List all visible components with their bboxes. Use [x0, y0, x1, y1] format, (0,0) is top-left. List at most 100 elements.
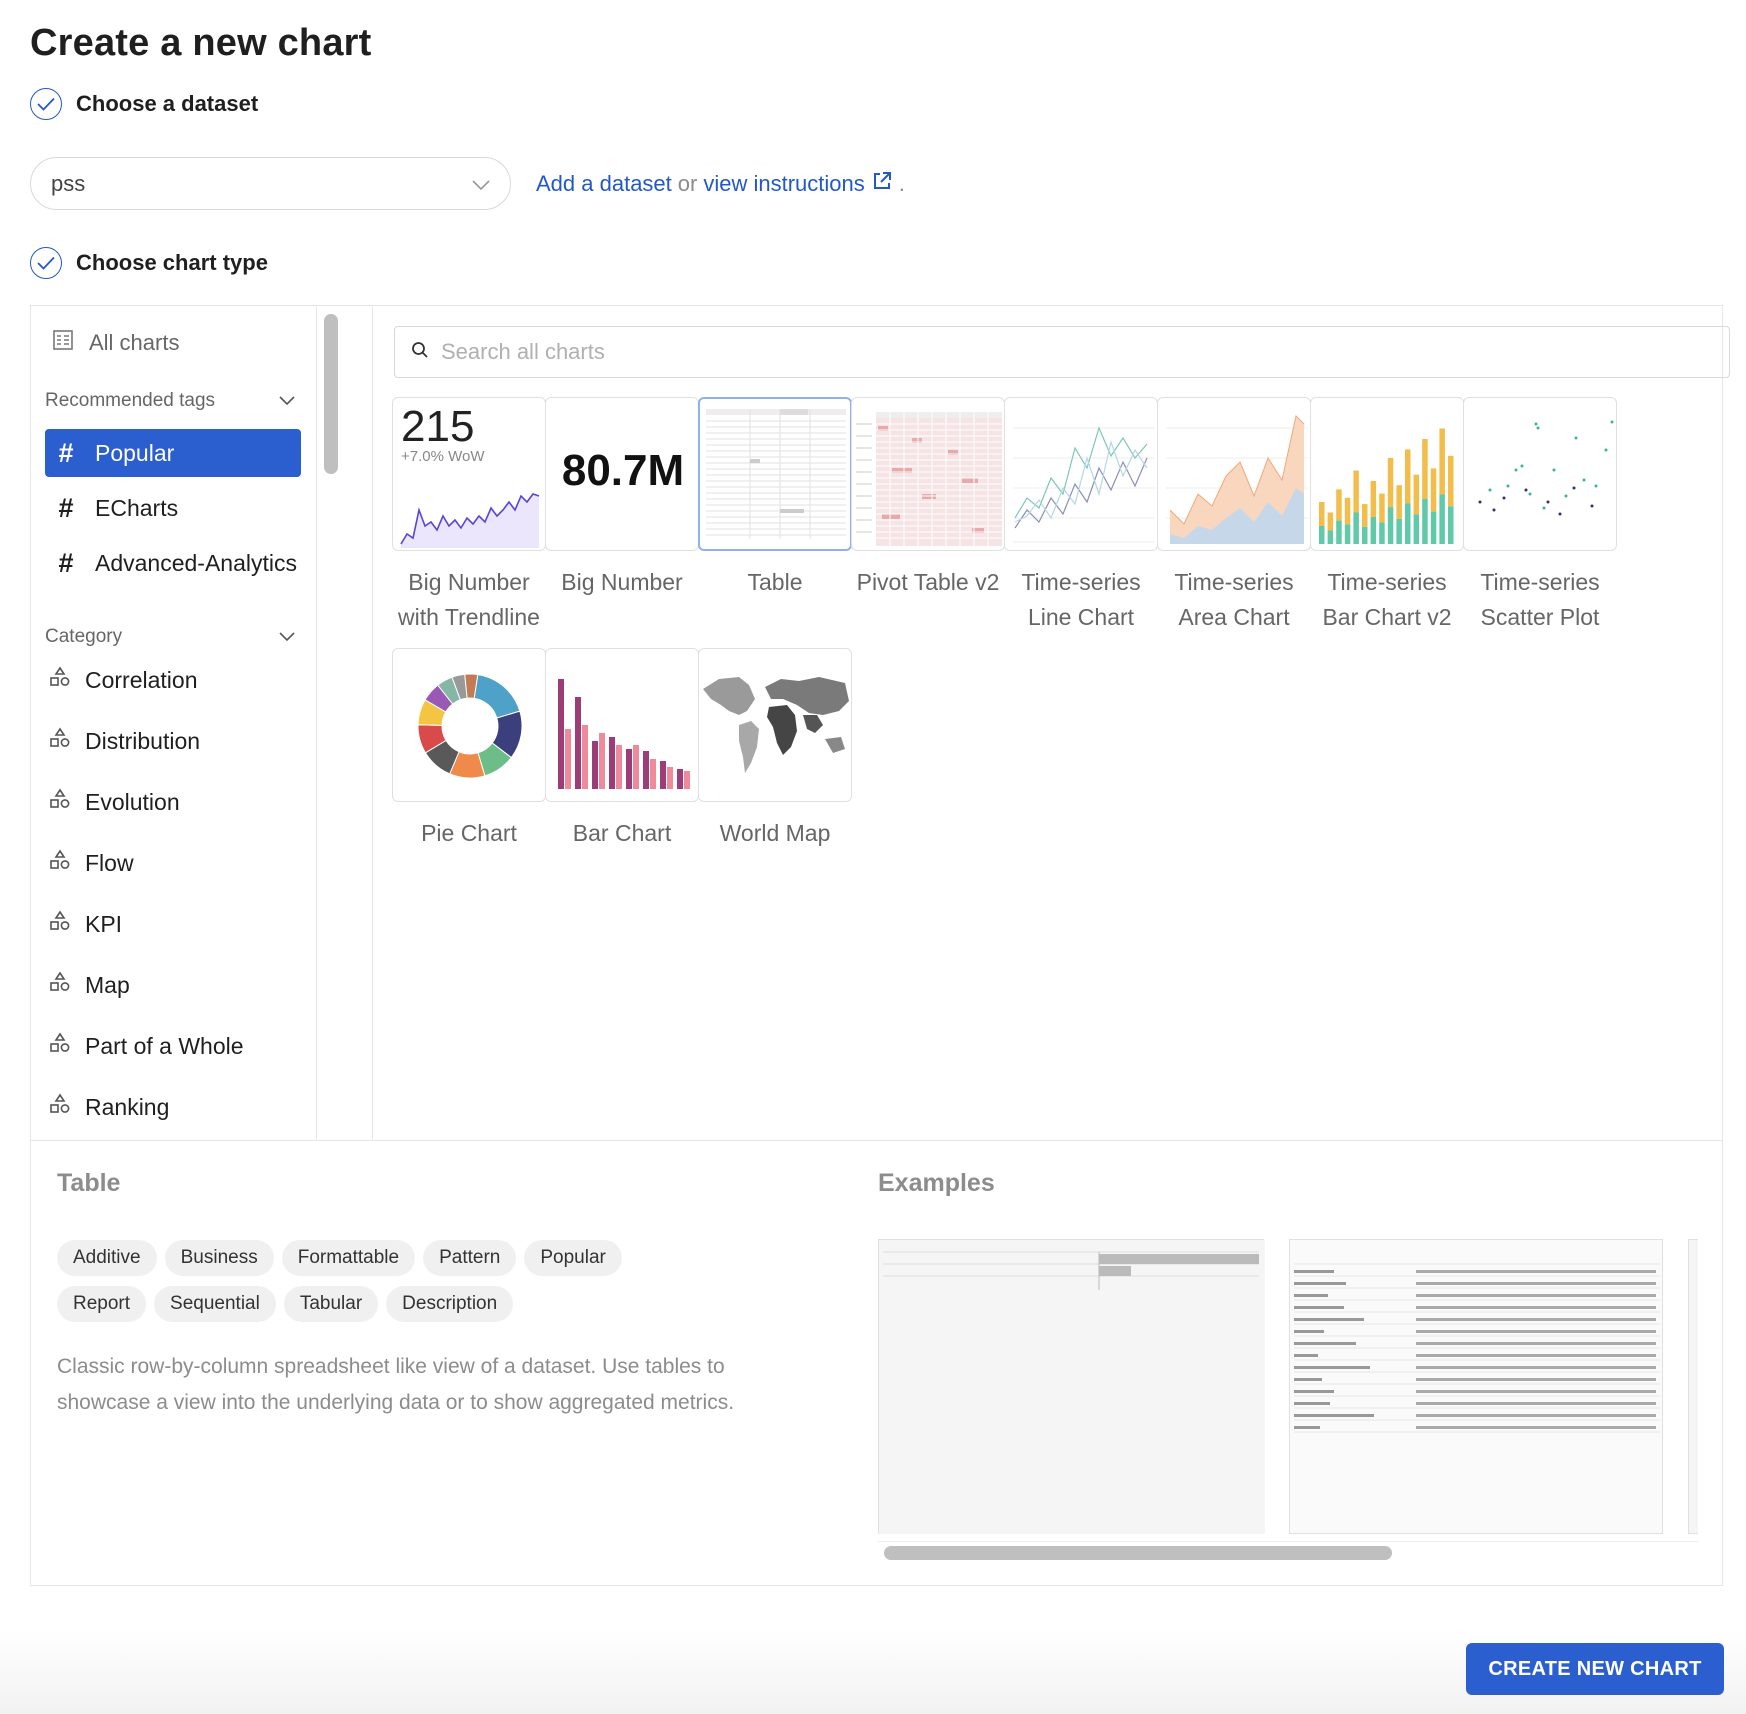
thumb-bar [1430, 511, 1437, 544]
chart-card-time-series-line[interactable]: Time-series Line Chart [1004, 397, 1158, 635]
external-link-icon[interactable] [871, 170, 893, 198]
sidebar-tag-popular[interactable]: # Popular [45, 429, 301, 477]
step-label: Choose chart type [76, 250, 268, 275]
thumb-bar [599, 733, 605, 789]
examples-scrollbar[interactable] [878, 1541, 1698, 1563]
chart-sidebar: All charts Recommended tags # Popular # … [31, 306, 316, 1139]
sidebar-category-map[interactable]: Map [49, 971, 130, 999]
chart-card-label: Pie Chart [421, 820, 517, 846]
chart-gallery: Search all charts 215 +7.0% WoW Big Numb… [374, 306, 1730, 1139]
thumb-bar [626, 749, 632, 789]
view-instructions-link[interactable]: view instructions [703, 171, 864, 197]
chart-details-panel: Table Additive Business Formattable Pattern… [31, 1140, 1722, 1586]
hash-icon: # [58, 437, 74, 468]
sidebar-item-label: Advanced-Analytics [95, 549, 297, 576]
tag-pill: Additive [57, 1240, 157, 1276]
chart-card-pivot-table-v2[interactable]: Pivot Table v2 [851, 397, 1005, 600]
tag-pill: Business [164, 1240, 274, 1276]
chart-card-time-series-area[interactable]: Time-series Area Chart [1157, 397, 1311, 635]
pivot-table-graphic [856, 412, 1002, 546]
chart-card-time-series-bar-v2[interactable]: Time-series Bar Chart v2 [1310, 397, 1464, 635]
line-chart-graphic [1013, 426, 1155, 543]
grid-list-icon [53, 330, 73, 356]
chart-card-pie[interactable]: Pie Chart [392, 648, 546, 851]
sidebar-item-all-charts[interactable]: All charts [53, 330, 179, 356]
chart-card-bar[interactable]: Bar Chart [545, 648, 699, 851]
world-map-graphic [703, 677, 849, 773]
sidebar-category-ranking[interactable]: Ranking [49, 1093, 169, 1121]
thumb-bar [575, 697, 581, 789]
chart-thumbnail [1310, 397, 1464, 551]
thumb-bar [1387, 457, 1394, 508]
thumb-bar [1405, 449, 1411, 504]
chart-card-table[interactable]: Table [698, 397, 852, 600]
chevron-down-icon [472, 171, 490, 197]
thumb-bar [1362, 526, 1368, 544]
chart-card-time-series-scatter[interactable]: Time-series Scatter Plot [1463, 397, 1617, 635]
search-charts-input[interactable]: Search all charts [394, 326, 1730, 378]
thumb-bar [660, 761, 666, 789]
sidebar-item-label: Evolution [85, 788, 180, 815]
trendline-graphic [400, 493, 540, 548]
thumb-bar [1370, 517, 1377, 544]
sidebar-tag-advanced-analytics[interactable]: # Advanced-Analytics [45, 539, 301, 587]
chart-card-world-map[interactable]: World Map [698, 648, 852, 851]
pie-chart-graphic [417, 673, 523, 779]
thumb-bar [643, 751, 649, 789]
thumb-bar [1327, 512, 1334, 531]
thumb-bar [1413, 514, 1420, 544]
tag-pill: Pattern [423, 1240, 517, 1276]
examples-scrollbar-thumb[interactable] [884, 1546, 1392, 1560]
chart-thumbnail [698, 648, 852, 802]
scatter-graphic [1478, 420, 1614, 516]
dataset-select[interactable]: pss [30, 157, 511, 210]
sidebar-item-label: Map [85, 971, 130, 998]
chart-card-label: Time-series Line Chart [1021, 569, 1141, 630]
sidebar-tag-echarts[interactable]: # ECharts [45, 484, 301, 532]
chart-thumbnail [698, 397, 852, 551]
thumb-bar [667, 767, 673, 789]
create-new-chart-button[interactable]: CREATE NEW CHART [1466, 1643, 1724, 1695]
chart-card-label: Big Number [561, 569, 683, 595]
chart-card-label: Bar Chart [572, 820, 672, 846]
thumb-bar [1405, 503, 1411, 544]
bar-chart-v2-graphic [1319, 428, 1454, 544]
shapes-icon [49, 666, 71, 694]
sidebar-category-evolution[interactable]: Evolution [49, 788, 180, 816]
thumb-bar [1422, 499, 1428, 544]
hash-icon: # [58, 492, 74, 523]
sidebar-category-kpi[interactable]: KPI [49, 910, 122, 938]
chart-thumbnail: 215 +7.0% WoW [392, 397, 546, 551]
sidebar-category-distribution[interactable]: Distribution [49, 727, 200, 755]
thumb-bar [1387, 507, 1394, 544]
examples-gallery [878, 1239, 1698, 1534]
tag-pill: Popular [524, 1240, 622, 1276]
thumb-bar [609, 737, 615, 789]
sidebar-category-correlation[interactable]: Correlation [49, 666, 198, 694]
thumb-bar [1327, 530, 1334, 544]
chart-card-big-number-trendline[interactable]: 215 +7.0% WoW Big Number with Trendline [392, 397, 546, 635]
sidebar-category-flow[interactable]: Flow [49, 849, 134, 877]
thumb-pie-slice [473, 674, 521, 719]
recommended-tags-header[interactable]: Recommended tags [45, 390, 295, 412]
chart-thumbnail [392, 648, 546, 802]
sidebar-scrollbar-thumb[interactable] [324, 314, 338, 474]
chart-card-label: Time-series Scatter Plot [1480, 569, 1600, 630]
thumb-bar [558, 679, 564, 789]
sidebar-category-part-of-a-whole[interactable]: Part of a Whole [49, 1032, 244, 1060]
tag-pill: Report [57, 1286, 147, 1322]
chart-card-big-number[interactable]: 80.7M Big Number [545, 397, 699, 600]
sidebar-scrollbar[interactable] [316, 306, 373, 1139]
search-icon [411, 339, 429, 365]
sidebar-item-label: Ranking [85, 1093, 170, 1120]
check-circle-icon [30, 88, 62, 120]
sidebar-item-label: Popular [95, 439, 175, 466]
thumb-bar [565, 729, 571, 789]
thumb-bar [1319, 526, 1325, 544]
thumb-bar [1396, 518, 1402, 544]
example-image [878, 1239, 1265, 1534]
add-dataset-link[interactable]: Add a dataset [536, 171, 672, 197]
thumb-bar [1379, 493, 1385, 523]
category-header[interactable]: Category [45, 626, 295, 648]
thumb-bar [1448, 506, 1454, 544]
